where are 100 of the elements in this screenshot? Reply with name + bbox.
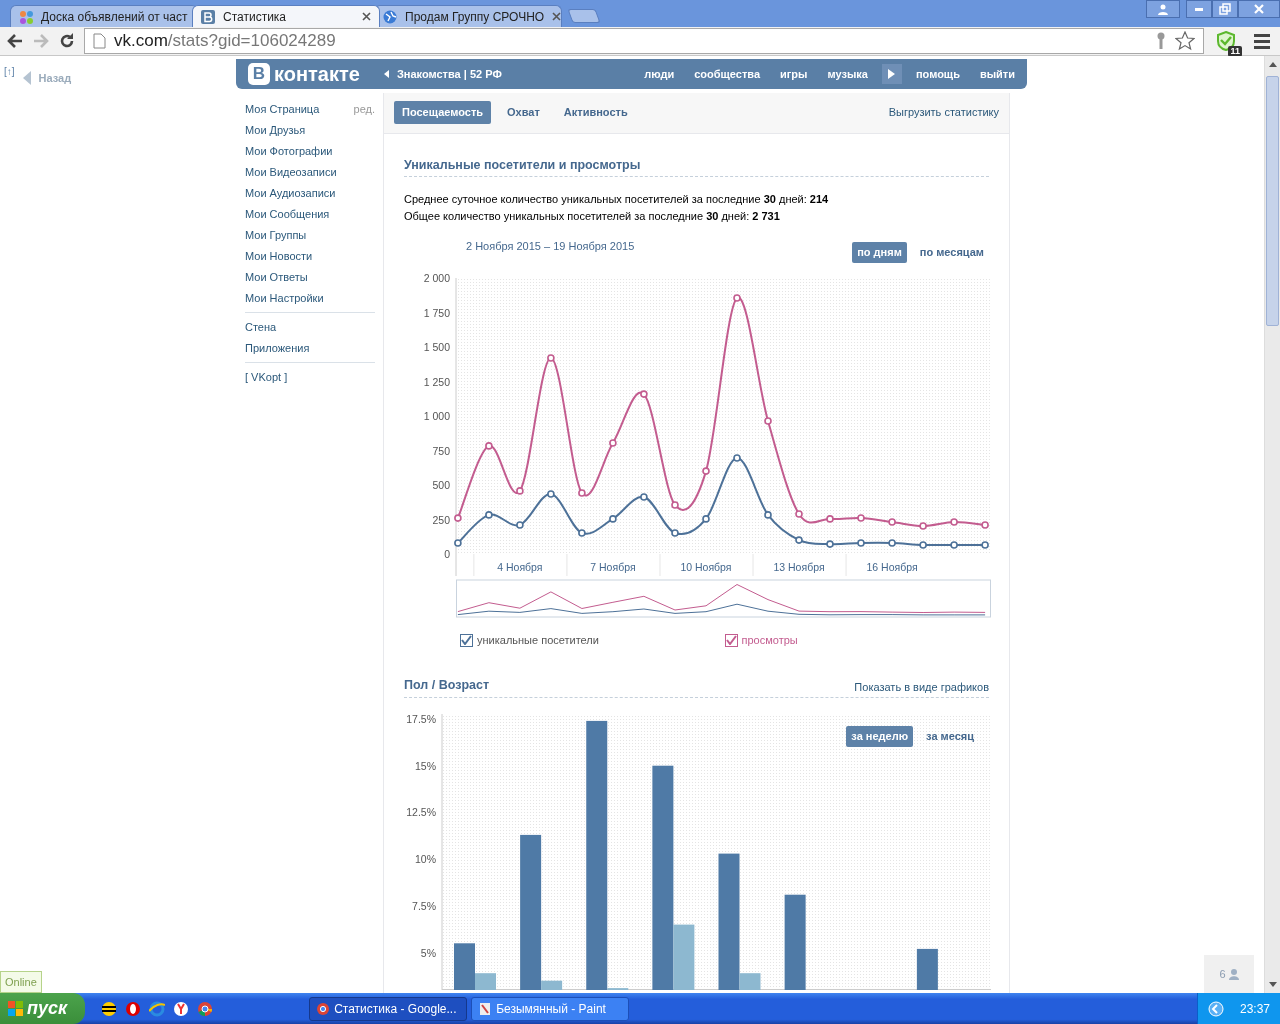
- legend-checkbox[interactable]: [460, 633, 473, 647]
- sidebar-link[interactable]: Мои Друзья: [245, 120, 375, 142]
- chart-navigator-drawing[interactable]: [456, 579, 991, 618]
- profile-button[interactable]: [1146, 0, 1180, 18]
- y-axis-label: 0: [444, 547, 450, 560]
- site-logo[interactable]: В контакте: [248, 59, 360, 90]
- y-axis-label: 2 000: [423, 271, 450, 284]
- export-stats-link[interactable]: Выгрузить статистику: [888, 104, 999, 121]
- address-bar[interactable]: vk.com/stats?gid=106024289: [84, 28, 1204, 55]
- restore-icon: [1219, 3, 1231, 15]
- x-axis-label: 7 Ноября: [590, 560, 636, 573]
- data-point: [795, 510, 803, 518]
- minimize-button[interactable]: [1186, 0, 1212, 18]
- sidebar-link[interactable]: Мои Видеозаписи: [245, 162, 375, 184]
- header-nav-link[interactable]: помощь: [915, 65, 960, 83]
- legend-label: просмотры: [741, 632, 798, 648]
- data-point: [485, 511, 493, 519]
- header-nav-link[interactable]: люди: [644, 65, 675, 83]
- stats-tab[interactable]: Посещаемость: [394, 101, 492, 124]
- browser-tab[interactable]: Статистика: [192, 5, 380, 28]
- data-point: [919, 541, 927, 549]
- show-as-charts-link[interactable]: Показать в виде графиков: [854, 678, 989, 696]
- y-axis-label: 5%: [420, 946, 436, 959]
- period-toggle[interactable]: за месяц: [921, 726, 979, 747]
- sidebar-link[interactable]: Мои Новости: [245, 246, 375, 268]
- sidebar-link[interactable]: Мои Фотографии: [245, 141, 375, 163]
- sidebar-link[interactable]: Мои Настройки: [245, 288, 375, 310]
- audio-player-button[interactable]: [881, 64, 902, 85]
- person-icon: [1228, 968, 1239, 980]
- chrome-icon: [316, 1001, 331, 1016]
- data-point: [702, 467, 710, 475]
- data-point: [888, 539, 896, 547]
- stats-tab[interactable]: Активность: [555, 101, 636, 124]
- data-point: [671, 501, 679, 509]
- data-point: [888, 518, 896, 526]
- scrollbar-thumb[interactable]: [1266, 76, 1279, 327]
- back-marker[interactable]: [↑]: [4, 64, 15, 80]
- data-point: [578, 529, 586, 537]
- legend-checkbox[interactable]: [724, 633, 738, 647]
- data-point: [640, 390, 648, 398]
- legend-label: уникальные посетители: [477, 632, 599, 648]
- y-axis-label: 17.5%: [406, 713, 436, 726]
- data-point: [919, 522, 927, 530]
- key-icon[interactable]: [1155, 32, 1167, 51]
- period-toggle[interactable]: по месяцам: [914, 242, 989, 263]
- expand-tray-icon[interactable]: [1207, 1000, 1224, 1017]
- play-icon: [888, 69, 896, 80]
- taskbar-task[interactable]: Безымянный - Paint: [471, 996, 630, 1021]
- header-nav-link[interactable]: сообщества: [694, 65, 760, 83]
- scrollbar[interactable]: [1264, 56, 1280, 993]
- minimize-icon: [1195, 7, 1203, 11]
- vk-favicon-icon: [201, 9, 215, 24]
- star-icon[interactable]: [1175, 31, 1195, 52]
- y-axis-label: 1 750: [423, 306, 450, 319]
- sidebar-link[interactable]: Мои Аудиозаписи: [245, 183, 375, 205]
- y-axis-label: 1 250: [423, 375, 450, 388]
- header-nav-link[interactable]: музыка: [827, 65, 868, 83]
- scroll-up-icon[interactable]: [1267, 60, 1278, 69]
- header-nav-link[interactable]: выйти: [979, 65, 1015, 83]
- data-point: [733, 454, 741, 462]
- close-icon[interactable]: [552, 12, 561, 22]
- sidebar-link[interactable]: Мои Группы: [245, 225, 375, 247]
- close-button[interactable]: [1238, 0, 1280, 18]
- close-icon[interactable]: [362, 12, 371, 22]
- header-ad-link[interactable]: Знакомства | 52 РФ: [383, 65, 502, 83]
- period-toggle[interactable]: по дням: [852, 242, 907, 263]
- sidebar-link[interactable]: Моя Страница: [245, 99, 320, 121]
- profile-icon: [1157, 3, 1169, 15]
- data-point: [826, 540, 834, 548]
- sidebar-link[interactable]: Приложения: [245, 338, 375, 360]
- page-icon: [93, 33, 106, 50]
- start-button[interactable]: пуск: [0, 993, 86, 1024]
- stats-tab[interactable]: Охват: [499, 101, 548, 124]
- data-point: [981, 541, 989, 549]
- data-point: [826, 515, 834, 523]
- x-axis-label: 10 Ноября: [680, 560, 732, 573]
- chrome-icon[interactable]: [197, 1000, 214, 1017]
- header-nav-link[interactable]: игры: [780, 65, 808, 83]
- data-point: [454, 539, 462, 547]
- restore-button[interactable]: [1212, 0, 1238, 18]
- sidebar-link[interactable]: Мои Ответы: [245, 267, 375, 289]
- data-point: [857, 514, 865, 522]
- data-point: [764, 511, 772, 519]
- period-toggle[interactable]: за неделю: [846, 726, 914, 747]
- taskbar-task[interactable]: Статистика - Google...: [309, 996, 468, 1021]
- favicon-icon: [19, 9, 33, 24]
- scroll-down-icon[interactable]: [1267, 981, 1278, 989]
- windows-logo-icon: [8, 1001, 23, 1016]
- y-axis-label: 1 500: [423, 340, 450, 353]
- close-icon: [1253, 3, 1265, 15]
- x-axis-label: 16 Ноября: [866, 560, 918, 573]
- y-axis-label: 10%: [415, 853, 436, 866]
- y-axis-label: 500: [432, 478, 450, 491]
- sidebar-link[interactable]: Мои Сообщения: [245, 204, 375, 226]
- data-point: [578, 489, 586, 497]
- menu-icon[interactable]: [1254, 32, 1270, 51]
- data-point: [981, 521, 989, 529]
- data-point: [857, 539, 865, 547]
- sidebar-link[interactable]: [ VKopt ]: [245, 367, 375, 389]
- sidebar-link[interactable]: Стена: [245, 317, 375, 339]
